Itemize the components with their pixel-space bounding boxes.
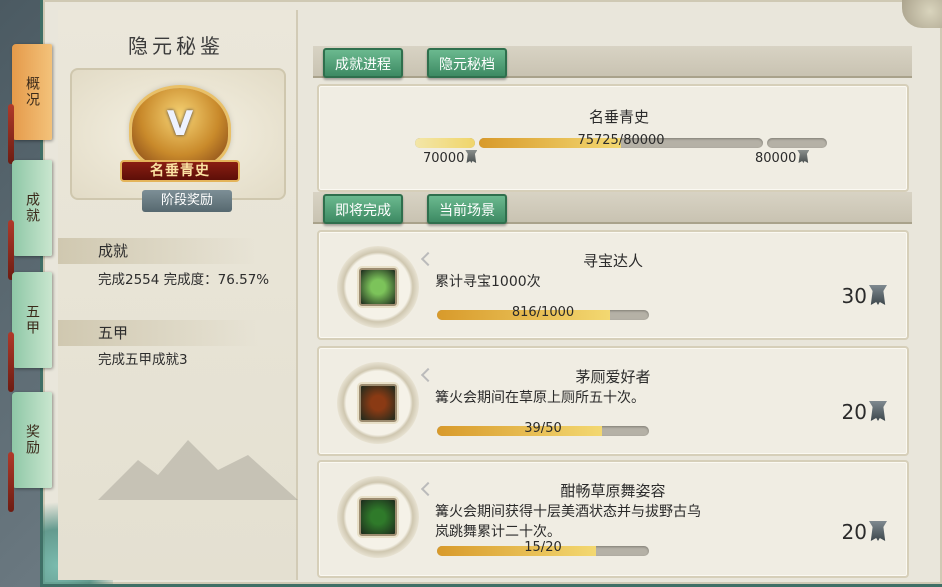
achievement-desc: 累计寻宝1000次 xyxy=(435,274,541,290)
progress-value: 75725/80000 xyxy=(577,133,665,148)
top-tabbar: 成就进程 隐元秘档 xyxy=(313,46,912,78)
tab-current-scene[interactable]: 当前场景 xyxy=(427,194,507,224)
side-tab-label: 成就 xyxy=(24,192,40,224)
side-tab-rewards[interactable]: 奖励 xyxy=(8,392,52,512)
tab-achievement-progress[interactable]: 成就进程 xyxy=(323,48,403,78)
side-tab-label: 五甲 xyxy=(24,304,40,336)
achievement-summary: 完成2554 完成度：76.57% xyxy=(98,272,270,288)
side-tab-label: 概况 xyxy=(24,76,40,108)
achievement-reward: 30 xyxy=(842,284,887,308)
coin-icon xyxy=(465,150,478,163)
achievement-title: 酣畅草原舞姿容 xyxy=(560,482,666,500)
side-tab-overview[interactable]: 概况 xyxy=(8,44,52,164)
side-tab-wujia[interactable]: 五甲 xyxy=(8,272,52,392)
achievement-desc: 篝火会期间获得十层美酒状态并与拔野古乌 岚跳舞累计二十次。 xyxy=(435,504,701,540)
rank-emblem-icon: V xyxy=(132,88,228,168)
achievement-progress-value: 816/1000 xyxy=(511,305,575,320)
achievement-title: 茅厕爱好者 xyxy=(575,368,651,386)
mountain-ink-decoration xyxy=(98,440,298,500)
achievement-progress-value: 15/20 xyxy=(524,540,562,555)
progress-left-label: 70000 xyxy=(423,150,478,166)
side-tab-label: 奖励 xyxy=(24,424,40,456)
flame-figure-icon xyxy=(359,384,397,422)
emblem-box: V 名垂青史 阶段奖励 xyxy=(70,68,286,212)
emblem-banner: 名垂青史 xyxy=(120,160,240,182)
progress-right-label: 80000 xyxy=(755,150,810,166)
progress-title: 名垂青史 xyxy=(589,108,650,126)
tab-nearly-complete[interactable]: 即将完成 xyxy=(323,194,403,224)
tassel-icon xyxy=(8,104,14,164)
progress-bar-next xyxy=(767,138,827,148)
emblem-letter: V xyxy=(166,104,194,144)
coin-icon xyxy=(869,285,887,305)
achievement-reward: 20 xyxy=(842,400,887,424)
side-tab-achievements[interactable]: 成就 xyxy=(8,160,52,280)
coin-icon xyxy=(869,401,887,421)
panel-title: 隐元秘鉴 xyxy=(128,34,224,58)
achievement-progress-value: 39/50 xyxy=(524,421,562,436)
achievement-reward: 20 xyxy=(842,520,887,544)
tab-yinyuan-archive[interactable]: 隐元秘档 xyxy=(427,48,507,78)
stage-reward-button[interactable]: 阶段奖励 xyxy=(142,190,232,212)
mid-tabbar: 即将完成 当前场景 xyxy=(313,192,912,224)
achievement-title: 寻宝达人 xyxy=(582,252,643,270)
achievement-card[interactable]: 茅厕爱好者篝火会期间在草原上厕所五十次。 39/50 20 xyxy=(317,346,909,456)
achievement-desc: 篝火会期间在草原上厕所五十次。 xyxy=(435,390,645,406)
achievement-section-head: 成就 xyxy=(58,238,258,264)
dancer-icon xyxy=(359,498,397,536)
wujia-summary: 完成五甲成就3 xyxy=(98,352,188,368)
achievement-card[interactable]: 寻宝达人累计寻宝1000次 816/1000 30 xyxy=(317,230,909,340)
wujia-section-head: 五甲 xyxy=(58,320,258,346)
progress-bar-prev xyxy=(415,138,475,148)
coin-icon xyxy=(797,150,810,163)
summary-panel: 隐元秘鉴 V 名垂青史 阶段奖励 成就 完成2554 完成度：76.57% 五甲… xyxy=(58,10,298,580)
coin-icon xyxy=(869,521,887,541)
achievement-card[interactable]: 酣畅草原舞姿容篝火会期间获得十层美酒状态并与拔野古乌 岚跳舞累计二十次。 15/2… xyxy=(317,460,909,578)
tassel-icon xyxy=(8,452,14,512)
detail-panel: 成就进程 隐元秘档 名垂青史 75725/80000 70000 80000 即… xyxy=(313,10,912,580)
progress-card: 名垂青史 75725/80000 70000 80000 xyxy=(317,84,909,192)
tassel-icon xyxy=(8,332,14,392)
tassel-icon xyxy=(8,220,14,280)
yin-yang-icon xyxy=(359,268,397,306)
